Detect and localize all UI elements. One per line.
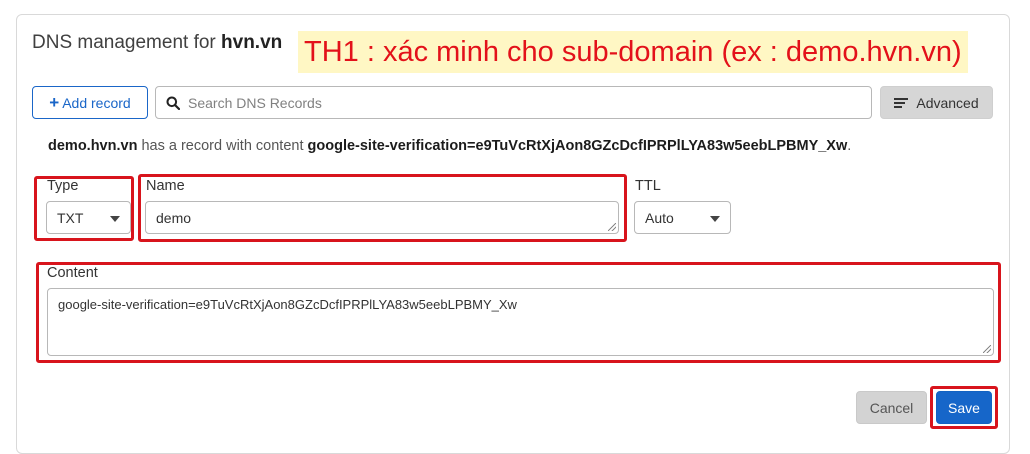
search-input[interactable]	[186, 93, 850, 112]
name-highlight-box	[138, 174, 627, 242]
search-icon	[166, 96, 180, 110]
content-highlight-box	[36, 262, 1001, 363]
filter-lines-icon	[894, 96, 909, 110]
advanced-button[interactable]: Advanced	[880, 86, 993, 119]
domain-name: hvn.vn	[221, 32, 283, 53]
page-title: DNS management for hvn.vn	[32, 32, 283, 53]
save-highlight-box	[930, 386, 998, 429]
ttl-select[interactable]: Auto	[634, 201, 731, 234]
plus-icon: +	[49, 93, 60, 112]
advanced-label: Advanced	[916, 94, 979, 111]
type-highlight-box	[34, 176, 134, 241]
record-name: demo.hvn.vn	[48, 138, 138, 154]
annotation-note: TH1 : xác minh cho sub-domain (ex : demo…	[298, 31, 968, 73]
record-info: demo.hvn.vn has a record with content go…	[48, 138, 852, 154]
ttl-value: Auto	[645, 209, 674, 226]
search-box[interactable]	[155, 86, 872, 119]
add-record-button[interactable]: + Add record	[32, 86, 148, 119]
add-record-label: Add record	[62, 94, 131, 111]
chevron-down-icon	[710, 216, 720, 222]
cancel-button[interactable]: Cancel	[856, 391, 927, 424]
ttl-label: TTL	[635, 178, 661, 194]
record-content: google-site-verification=e9TuVcRtXjAon8G…	[307, 138, 848, 154]
